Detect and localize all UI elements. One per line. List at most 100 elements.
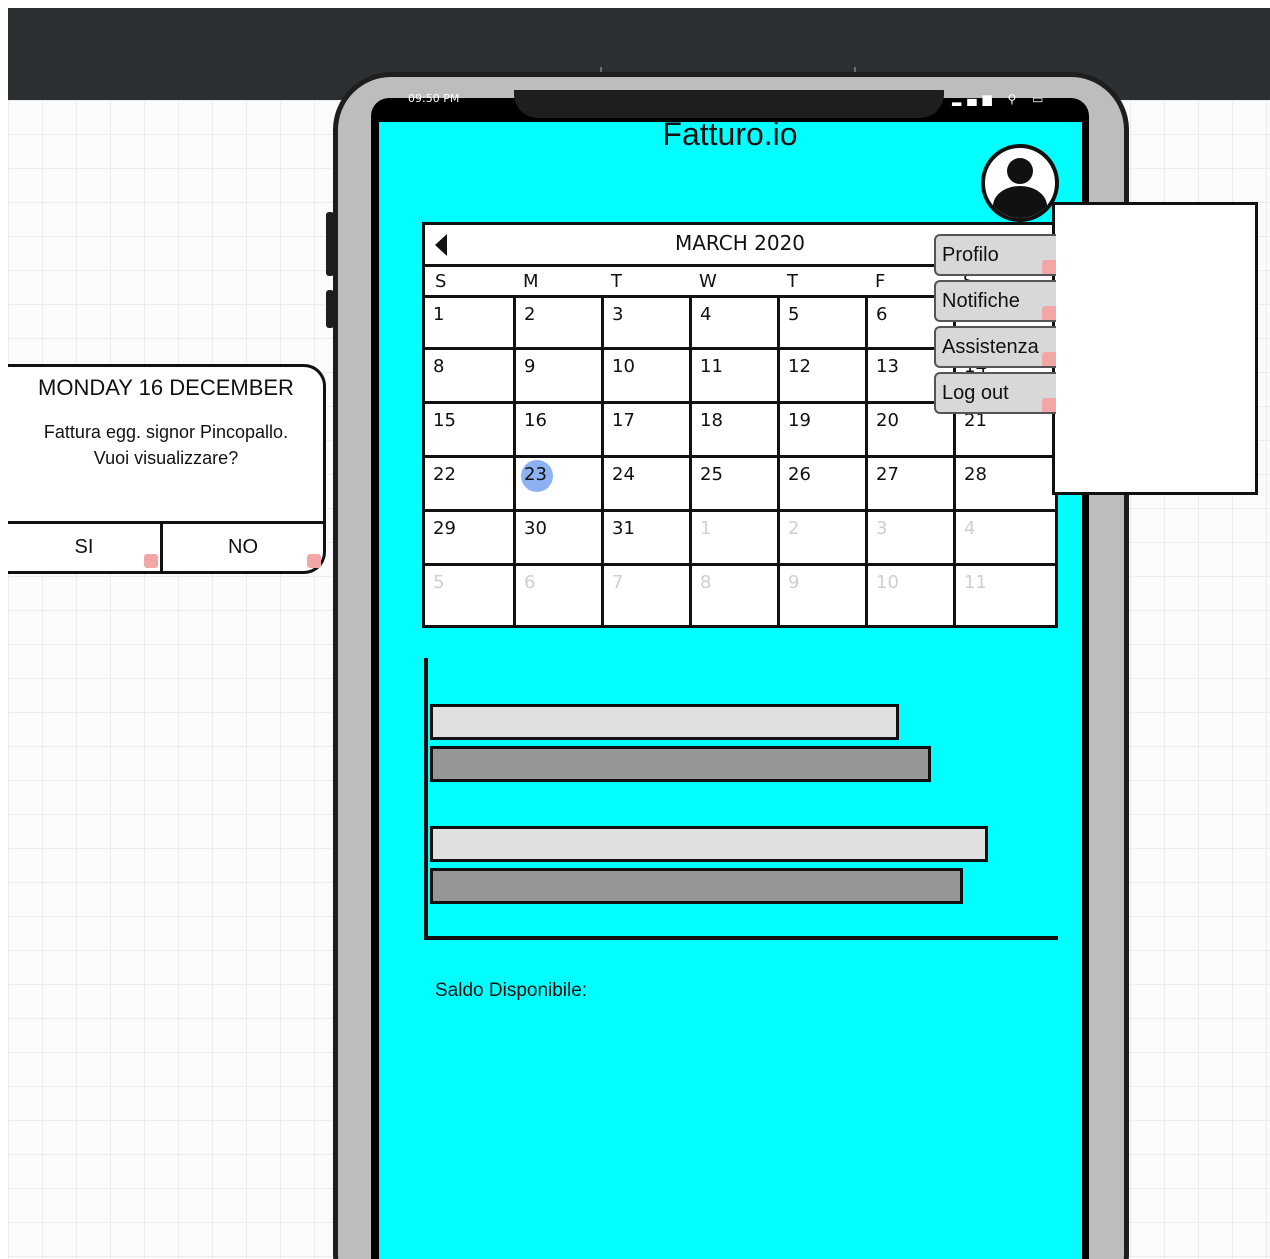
calendar-day-number: 9 [524,356,536,377]
calendar-day-number: 4 [964,518,976,539]
menu-item-label: Log out [942,382,1009,404]
menu-item-assistenza[interactable]: Assistenza [934,326,1056,368]
balance-label: Saldo Disponibile: [435,980,588,1001]
side-menu-panel [1052,202,1258,495]
dialog-message: Fattura egg. signor Pincopallo. Vuoi vis… [8,419,324,471]
calendar-day-cell[interactable]: 11 [689,350,777,401]
weekday-label: W [699,271,717,292]
weekday-label: T [787,271,798,292]
calendar-day-number: 18 [700,410,723,431]
calendar-day-number: 11 [964,572,987,593]
calendar-day-number: 24 [612,464,635,485]
calendar-day-number: 7 [612,572,624,593]
dialog-message-line: Fattura egg. signor Pincopallo. [43,422,289,442]
menu-item-log-out[interactable]: Log out [934,372,1056,414]
chart-y-axis [424,658,428,940]
calendar-day-number: 16 [524,410,547,431]
dialog-yes-button[interactable]: SI [8,524,160,570]
calendar-day-cell[interactable]: 12 [777,350,865,401]
calendar-day-cell[interactable]: 4 [953,512,1055,563]
calendar-day-number: 10 [612,356,635,377]
dialog-message-line: Vuoi visualizzare? [93,448,239,468]
menu-item-label: Assistenza [942,336,1039,358]
calendar-day-number: 1 [433,304,445,325]
calendar-day-number: 30 [524,518,547,539]
calendar-day-cell[interactable]: 26 [777,458,865,509]
calendar-day-cell[interactable]: 6 [513,566,601,625]
calendar-day-number: 19 [788,410,811,431]
calendar-day-number: 17 [612,410,635,431]
app-title: Fatturo.io [662,116,798,152]
calendar-day-cell[interactable]: 4 [689,298,777,347]
calendar-day-cell[interactable]: 3 [601,298,689,347]
calendar-day-cell[interactable]: 25 [689,458,777,509]
user-avatar-icon[interactable] [981,144,1059,222]
calendar-week-row: 29 30 31 1 2 3 4 [425,509,1055,563]
avatar-head [1007,158,1033,184]
calendar-week-row: 5 6 7 8 9 10 11 [425,563,1055,625]
menu-item-notifiche[interactable]: Notifiche [934,280,1056,322]
calendar-day-cell[interactable]: 10 [601,350,689,401]
menu-item-profilo[interactable]: Profilo [934,234,1056,276]
calendar-day-cell[interactable]: 9 [777,566,865,625]
calendar-day-number: 31 [612,518,635,539]
calendar-day-cell[interactable]: 16 [513,404,601,455]
calendar-day-cell[interactable]: 23 [513,458,601,509]
calendar-day-cell[interactable]: 2 [513,298,601,347]
calendar-day-cell[interactable]: 24 [601,458,689,509]
calendar-day-number: 29 [433,518,456,539]
calendar-day-cell[interactable]: 19 [777,404,865,455]
calendar-day-cell[interactable]: 10 [865,566,953,625]
calendar-day-cell[interactable]: 18 [689,404,777,455]
status-time: 09:50 PM [408,92,460,105]
calendar-day-number: 28 [964,464,987,485]
calendar-day-cell[interactable]: 2 [777,512,865,563]
calendar-day-cell[interactable]: 11 [953,566,1055,625]
menu-item-label: Notifiche [942,290,1020,312]
calendar-day-cell[interactable]: 31 [601,512,689,563]
calendar-day-cell[interactable]: 3 [865,512,953,563]
calendar-day-number: 23 [524,464,547,485]
calendar-day-cell[interactable]: 22 [425,458,513,509]
chart-x-axis [424,936,1058,940]
calendar-day-number: 10 [876,572,899,593]
calendar-day-number: 6 [524,572,536,593]
calendar-day-number: 8 [700,572,712,593]
calendar-day-number: 9 [788,572,800,593]
calendar-day-number: 22 [433,464,456,485]
calendar-day-number: 3 [612,304,624,325]
calendar-day-number: 1 [700,518,712,539]
dialog-no-button[interactable]: NO [163,524,323,570]
calendar-day-cell[interactable]: 29 [425,512,513,563]
calendar-day-cell[interactable]: 8 [689,566,777,625]
chart-bar [430,746,931,782]
calendar-day-cell[interactable]: 15 [425,404,513,455]
calendar-day-number: 15 [433,410,456,431]
calendar-day-cell[interactable]: 30 [513,512,601,563]
calendar-day-cell[interactable]: 8 [425,350,513,401]
mockup-stage: ↶ ↷ ▤ ▥ ▣ ▦ ▧ ◧ ≑ ▲ ▮ ⚲ ⊠ 09:50 PM ▂▄▆ ⚲… [0,0,1270,1259]
calendar-day-number: 5 [433,572,445,593]
notification-dialog: MONDAY 16 DECEMBER Fattura egg. signor P… [8,364,326,574]
weekday-label: S [435,271,447,292]
calendar-day-cell[interactable]: 5 [777,298,865,347]
calendar-week-row: 22 23 24 25 26 27 28 [425,455,1055,509]
dialog-title: MONDAY 16 DECEMBER [38,375,294,400]
calendar-day-cell[interactable]: 1 [689,512,777,563]
calendar-day-number: 8 [433,356,445,377]
calendar-day-cell[interactable]: 27 [865,458,953,509]
calendar-day-cell[interactable]: 17 [601,404,689,455]
phone-notch [514,90,944,118]
chart-bar [430,704,899,740]
calendar-day-number: 2 [788,518,800,539]
calendar-day-number: 3 [876,518,888,539]
calendar-day-cell[interactable]: 9 [513,350,601,401]
calendar-day-cell[interactable]: 28 [953,458,1055,509]
calendar-day-cell[interactable]: 7 [601,566,689,625]
calendar-day-cell[interactable]: 1 [425,298,513,347]
status-icons: ▂▄▆ ⚲ ▭ [952,92,1050,106]
calendar-day-cell[interactable]: 5 [425,566,513,625]
calendar-day-number: 27 [876,464,899,485]
calendar-day-number: 25 [700,464,723,485]
calendar-day-number: 4 [700,304,712,325]
